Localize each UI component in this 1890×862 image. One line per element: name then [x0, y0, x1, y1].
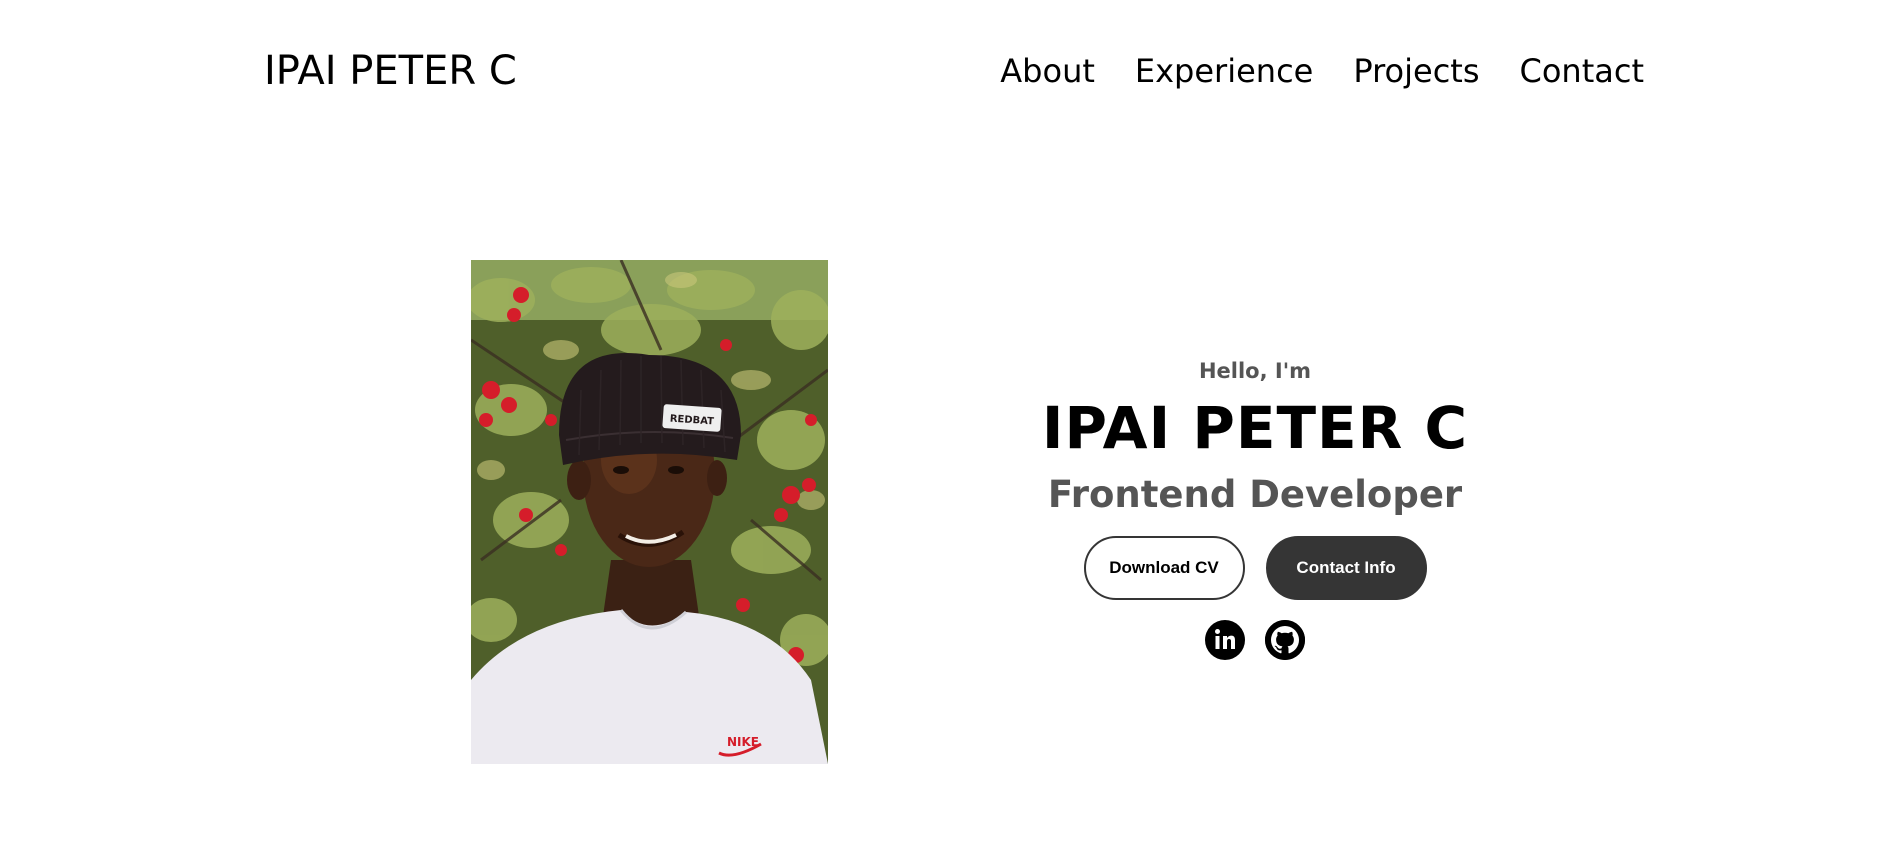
nav-link-experience[interactable]: Experience [1135, 52, 1313, 90]
profile-picture: REDBAT NIKE [471, 260, 828, 764]
nav-item-about: About [1000, 52, 1095, 90]
top-navigation: IPAI PETER C About Experience Projects C… [0, 0, 1890, 145]
hero-buttons: Download CV Contact Info [1030, 536, 1480, 600]
nav-item-projects: Projects [1353, 52, 1479, 90]
github-icon[interactable] [1265, 620, 1305, 660]
nav-link-contact[interactable]: Contact [1520, 52, 1645, 90]
nav-item-experience: Experience [1135, 52, 1313, 90]
nav-link-projects[interactable]: Projects [1353, 52, 1479, 90]
nav-links: About Experience Projects Contact [1000, 52, 1644, 90]
contact-info-button[interactable]: Contact Info [1265, 536, 1427, 600]
greeting-text: Hello, I'm [1198, 359, 1312, 383]
hero-name: IPAI PETER C [1041, 394, 1469, 462]
download-cv-button[interactable]: Download CV [1083, 536, 1245, 600]
nav-link-about[interactable]: About [1000, 52, 1095, 90]
linkedin-icon[interactable] [1205, 620, 1245, 660]
job-title: Frontend Developer [1047, 473, 1463, 516]
social-links [1030, 620, 1480, 660]
hero-text: Hello, I'm IPAI PETER C Frontend Develop… [1030, 356, 1480, 660]
site-logo[interactable]: IPAI PETER C [264, 48, 517, 94]
profile-section: REDBAT NIKE Hello, I'm IPAI PETER C Fron… [0, 260, 1890, 764]
nav-item-contact: Contact [1520, 52, 1645, 90]
